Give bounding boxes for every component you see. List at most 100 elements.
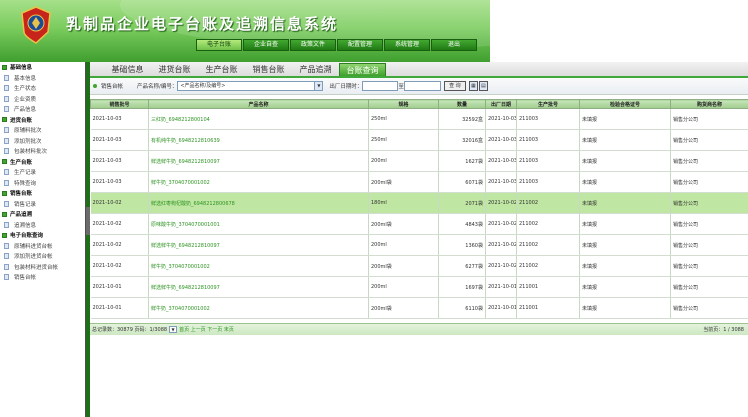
table-row[interactable]: 2021-10-01 鲜牛奶_3704070001002 200ml袋 6110袋 20…: [90, 297, 748, 319]
sidebar-item[interactable]: 包装材料进货台帐: [0, 262, 85, 273]
group-marker-icon: [2, 190, 7, 196]
table-cell: 2021-10-02: [90, 213, 149, 235]
group-marker-icon: [2, 211, 7, 217]
sidebar-group: 进货台账: [0, 115, 85, 126]
table-cell[interactable]: 三红奶_6948212800104: [148, 108, 369, 130]
sidebar-item[interactable]: 生产记录: [0, 167, 85, 178]
table-cell[interactable]: 鲜选鲜牛奶_6948212810097: [148, 276, 369, 298]
document-icon: [4, 127, 9, 134]
column-header: 产品名称: [148, 99, 369, 109]
sidebar-item[interactable]: 企业资质: [0, 94, 85, 105]
table-cell: 200ml袋: [368, 297, 439, 319]
app-header: 乳制品企业电子台账及追溯信息系统 电子台账 企业自查 政策文件 配置管理 系统管理 退出: [0, 0, 490, 62]
topnav-5[interactable]: 退出: [431, 39, 477, 51]
top-nav: 电子台账 企业自查 政策文件 配置管理 系统管理 退出: [196, 39, 478, 51]
table-row[interactable]: 2021-10-02 鲜选鲜牛奶_6948212810097 200ml 1360袋 2…: [90, 234, 748, 256]
sidebar-group: 产品追溯: [0, 209, 85, 220]
tab-4[interactable]: 产品追溯: [292, 63, 339, 76]
sidebar-item[interactable]: 基本信息: [0, 73, 85, 84]
table-cell: 32016盒: [438, 129, 486, 151]
table-cell: 销售分公司: [670, 297, 748, 319]
table-cell[interactable]: 鲜牛奶_3704070001002: [148, 171, 369, 193]
tab-3[interactable]: 销售台账: [245, 63, 292, 76]
table-cell[interactable]: 原味酸牛奶_3704070001001: [148, 213, 369, 235]
table-row[interactable]: 2021-10-02 鲜牛奶_3704070001002 200ml袋 6277袋 20…: [90, 255, 748, 277]
table-row[interactable]: 2021-10-02 原味酸牛奶_3704070001001 200ml袋 4843袋…: [90, 213, 748, 235]
sidebar-item[interactable]: 原辅料进货台帐: [0, 241, 85, 252]
table-cell: 未填报: [579, 171, 671, 193]
chevron-down-icon[interactable]: ▼: [314, 82, 323, 90]
table-row[interactable]: 2021-10-01 鲜选鲜牛奶_6948212810097 200ml 1697袋 2…: [90, 276, 748, 298]
table-row[interactable]: 2021-10-02 鲜选红枣枸杞酸奶_6948212800678 180ml 207…: [90, 192, 748, 214]
table-cell: 2021-10-03: [90, 171, 149, 193]
tab-2[interactable]: 生产台账: [198, 63, 245, 76]
document-icon: [4, 242, 9, 249]
sidebar-item[interactable]: 产品信息: [0, 104, 85, 115]
export-excel-icon[interactable]: ▦: [468, 81, 478, 91]
sidebar-group: 生产台账: [0, 157, 85, 168]
table-cell[interactable]: 鲜选鲜牛奶_6948212810097: [148, 150, 369, 172]
topnav-3[interactable]: 配置管理: [337, 39, 383, 51]
date-to-input[interactable]: [403, 81, 441, 91]
table-cell: 2021-10-02: [485, 234, 517, 256]
table-cell[interactable]: 鲜牛奶_3704070001002: [148, 255, 369, 277]
date-from-input[interactable]: [362, 81, 399, 91]
tab-5[interactable]: 台账查询: [339, 63, 386, 76]
topnav-1[interactable]: 企业自查: [243, 39, 289, 51]
pager-current: 当前页：1 / 3088: [703, 327, 744, 333]
product-select[interactable]: <产品名称/及编号> ▼: [177, 81, 324, 91]
table-cell: 6071袋: [438, 171, 486, 193]
sidebar-label: 企业资质: [14, 96, 37, 103]
column-header: 生产批号: [516, 99, 580, 109]
date-label: 出厂日期时：: [329, 84, 363, 90]
table-cell[interactable]: 鲜牛奶_3704070001002: [148, 297, 369, 319]
sidebar-item[interactable]: 添加剂进货台帐: [0, 251, 85, 262]
topnav-4[interactable]: 系统管理: [384, 39, 430, 51]
table-cell: 200ml: [368, 276, 439, 298]
table-row[interactable]: 2021-10-03 鲜选鲜牛奶_6948212810097 200ml 1627袋 2…: [90, 150, 748, 172]
table-cell: 未填报: [579, 255, 671, 277]
column-header: 购货商名称: [670, 99, 748, 109]
document-icon: [4, 137, 9, 144]
table-cell: 2021-10-02: [485, 213, 517, 235]
pager-links[interactable]: 首页 上一页 下一页 末页: [179, 326, 234, 333]
sidebar-item[interactable]: 追溯信息: [0, 220, 85, 231]
sidebar-label: 销售台账: [10, 191, 33, 198]
query-button[interactable]: 查 询: [443, 81, 466, 91]
table-cell: 未填报: [579, 108, 671, 130]
document-icon: [4, 274, 9, 281]
sidebar-item[interactable]: 添加剂批次: [0, 136, 85, 147]
table-cell: 2021-10-03: [90, 129, 149, 151]
document-icon: [4, 74, 9, 81]
print-icon[interactable]: ▤: [478, 81, 488, 91]
document-icon: [4, 169, 9, 176]
sidebar-item[interactable]: 销售台帐: [0, 272, 85, 283]
tab-1[interactable]: 进货台账: [151, 63, 198, 76]
page-select-icon[interactable]: ▼: [169, 326, 178, 333]
table-cell: 211003: [516, 129, 580, 151]
table-row[interactable]: 2021-10-03 鲜牛奶_3704070001002 200ml袋 6071袋 20…: [90, 171, 748, 193]
table-cell[interactable]: 鲜选红枣枸杞酸奶_6948212800678: [148, 192, 369, 214]
table-cell: 250ml: [368, 108, 439, 130]
table-cell[interactable]: 鲜选鲜牛奶_6948212810097: [148, 234, 369, 256]
product-select-value: <产品名称/及编号>: [180, 83, 226, 89]
table-row[interactable]: 2021-10-03 有机纯牛奶_6948212810639 250ml 32016盒…: [90, 129, 748, 151]
table-row[interactable]: 2021-10-03 三红奶_6948212800104 250ml 32592盒 20…: [90, 108, 748, 130]
group-marker-icon: [2, 232, 7, 238]
document-icon: [4, 200, 9, 207]
sidebar-item[interactable]: 原辅料批次: [0, 125, 85, 136]
table-cell: 2021-10-03: [485, 108, 517, 130]
table-cell: 销售分公司: [670, 108, 748, 130]
sidebar-item[interactable]: 包装材料批次: [0, 146, 85, 157]
topnav-0[interactable]: 电子台账: [196, 39, 242, 51]
sidebar-item[interactable]: 特殊查询: [0, 178, 85, 189]
table-cell: 销售分公司: [670, 234, 748, 256]
table-cell[interactable]: 有机纯牛奶_6948212810639: [148, 129, 369, 151]
document-icon: [4, 263, 9, 270]
sidebar-item[interactable]: 销售记录: [0, 199, 85, 210]
sidebar-label: 生产状态: [14, 86, 37, 93]
sidebar-item[interactable]: 生产状态: [0, 83, 85, 94]
topnav-2[interactable]: 政策文件: [290, 39, 336, 51]
table-cell: 211003: [516, 150, 580, 172]
tab-0[interactable]: 基础信息: [104, 63, 151, 76]
